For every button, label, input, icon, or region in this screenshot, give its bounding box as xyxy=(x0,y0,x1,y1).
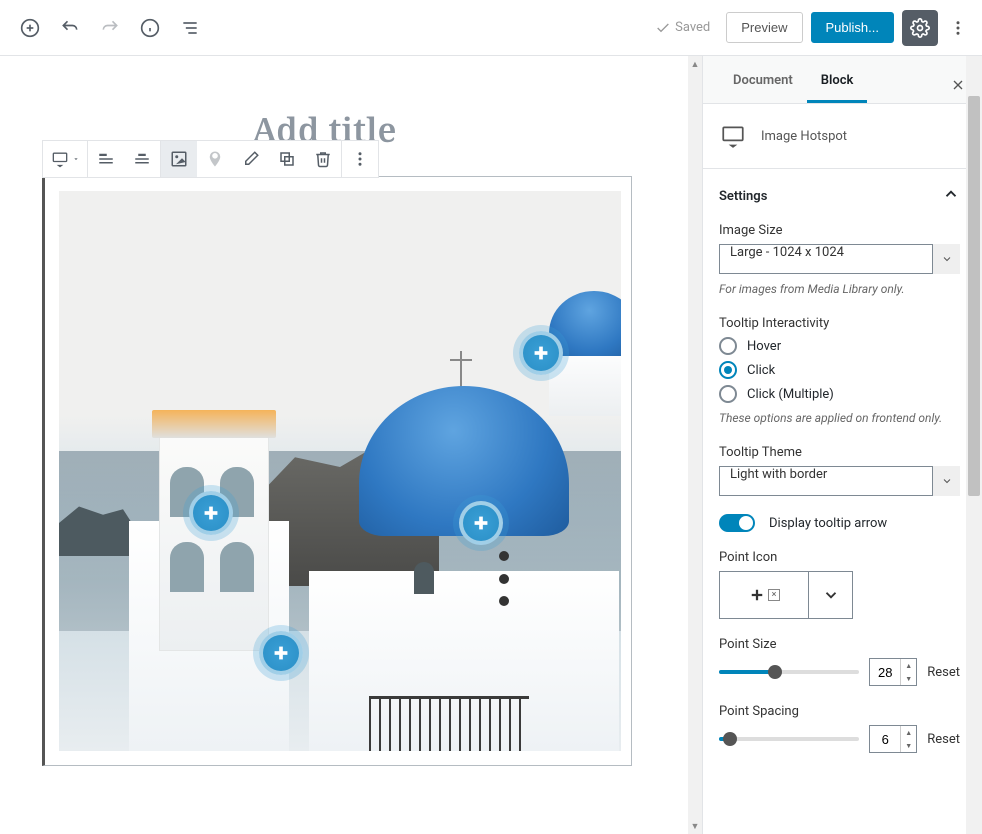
outline-button[interactable] xyxy=(172,10,208,46)
hotspot-point[interactable] xyxy=(259,631,303,675)
info-button[interactable] xyxy=(132,10,168,46)
hotspot-point[interactable] xyxy=(519,331,563,375)
point-size-label: Point Size xyxy=(719,637,960,652)
publish-button[interactable]: Publish... xyxy=(811,12,894,43)
top-toolbar: Saved Preview Publish... xyxy=(0,0,982,56)
add-block-button[interactable] xyxy=(12,10,48,46)
point-icon-label: Point Icon xyxy=(719,550,960,565)
hotspot-point[interactable] xyxy=(189,491,233,535)
point-icon-dropdown[interactable] xyxy=(809,571,853,619)
block-header: Image Hotspot xyxy=(703,104,976,168)
radio-hover[interactable]: Hover xyxy=(719,337,960,355)
tooltip-theme-select[interactable]: Light with border xyxy=(719,466,960,496)
image-size-label: Image Size xyxy=(719,223,960,238)
clear-icon-button[interactable]: × xyxy=(768,589,780,601)
panel-title: Settings xyxy=(719,189,767,204)
align-center-button[interactable] xyxy=(124,141,160,177)
edit-button[interactable] xyxy=(233,141,269,177)
sidebar-tabs: Document Block xyxy=(703,56,982,104)
hotspot-marker-button[interactable] xyxy=(197,141,233,177)
saved-indicator: Saved xyxy=(655,20,710,36)
undo-button[interactable] xyxy=(52,10,88,46)
tab-block[interactable]: Block xyxy=(807,61,868,103)
settings-panel-toggle[interactable]: Settings xyxy=(703,169,976,223)
trash-button[interactable] xyxy=(305,141,341,177)
tab-document[interactable]: Document xyxy=(719,61,807,103)
point-size-slider[interactable] xyxy=(719,670,859,674)
point-spacing-reset[interactable]: Reset xyxy=(927,732,960,747)
point-spacing-label: Point Spacing xyxy=(719,704,960,719)
display-arrow-label: Display tooltip arrow xyxy=(769,516,887,531)
redo-button[interactable] xyxy=(92,10,128,46)
chevron-up-icon xyxy=(942,185,960,207)
hotspot-canvas[interactable] xyxy=(59,191,621,751)
display-arrow-toggle[interactable] xyxy=(719,514,755,532)
block-more-button[interactable] xyxy=(342,141,378,177)
image-size-select[interactable]: Large - 1024 x 1024 xyxy=(719,244,960,274)
saved-label: Saved xyxy=(675,20,710,35)
align-left-button[interactable] xyxy=(88,141,124,177)
block-type-icon xyxy=(719,122,747,150)
duplicate-button[interactable] xyxy=(269,141,305,177)
tooltip-theme-label: Tooltip Theme xyxy=(719,445,960,460)
block-type-button[interactable] xyxy=(43,141,87,177)
radio-click-multiple[interactable]: Click (Multiple) xyxy=(719,385,960,403)
point-size-reset[interactable]: Reset xyxy=(927,665,960,680)
settings-toggle-button[interactable] xyxy=(902,10,938,46)
tooltip-interactivity-label: Tooltip Interactivity xyxy=(719,316,960,331)
block-name-label: Image Hotspot xyxy=(761,129,847,144)
image-hotspot-block[interactable] xyxy=(42,176,632,766)
point-spacing-slider[interactable] xyxy=(719,737,859,741)
radio-click[interactable]: Click xyxy=(719,361,960,379)
point-size-input[interactable]: ▲▼ xyxy=(869,658,917,686)
point-spacing-input[interactable]: ▲▼ xyxy=(869,725,917,753)
point-icon-preview[interactable]: × xyxy=(719,571,809,619)
more-menu-button[interactable] xyxy=(946,10,970,46)
image-size-hint: For images from Media Library only. xyxy=(719,280,960,298)
preview-button[interactable]: Preview xyxy=(726,12,802,43)
block-toolbar xyxy=(42,140,379,178)
media-button[interactable] xyxy=(161,141,197,177)
sidebar-scrollbar[interactable] xyxy=(966,56,982,834)
tooltip-interactivity-hint: These options are applied on frontend on… xyxy=(719,409,960,427)
hotspot-point[interactable] xyxy=(459,501,503,545)
